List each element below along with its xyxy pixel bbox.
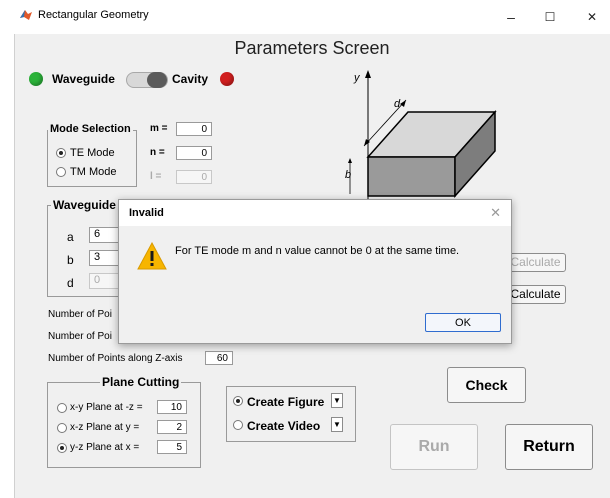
m-input[interactable]: 0: [176, 122, 212, 136]
yz-plane-input[interactable]: 5: [157, 440, 187, 454]
xy-plane-label: x-y Plane at -z =: [70, 402, 143, 413]
n-input[interactable]: 0: [176, 146, 212, 160]
invalid-dialog: Invalid ✕ For TE mode m and n value cann…: [118, 199, 512, 344]
points-z-label: Number of Points along Z-axis: [48, 353, 183, 364]
waveguide-lamp: [29, 72, 43, 86]
page-title: Parameters Screen: [234, 38, 390, 58]
te-mode-radio[interactable]: [56, 148, 66, 158]
d-dimension-label: d: [394, 98, 401, 110]
create-figure-radio[interactable]: [233, 396, 243, 406]
n-label: n =: [150, 147, 165, 158]
cavity-label: Cavity: [172, 72, 209, 86]
xz-plane-label: x-z Plane at y =: [70, 422, 140, 433]
te-mode-label: TE Mode: [70, 147, 115, 159]
plane-cutting-title: Plane Cutting: [100, 375, 182, 389]
points-y-label: Number of Poi: [48, 331, 112, 342]
xy-plane-radio[interactable]: [57, 403, 67, 413]
chevron-down-icon: ▼: [333, 420, 341, 429]
mode-selection-title: Mode Selection: [48, 123, 133, 135]
b-input[interactable]: 3: [89, 250, 119, 266]
minimize-button[interactable]: –: [497, 4, 525, 30]
yz-plane-label: y-z Plane at x =: [70, 442, 140, 453]
dialog-title: Invalid: [129, 207, 164, 219]
dialog-message: For TE mode m and n value cannot be 0 at…: [175, 245, 460, 257]
run-button[interactable]: Run: [390, 424, 478, 470]
d-input[interactable]: 0: [89, 273, 119, 289]
m-label: m =: [150, 123, 168, 134]
d-label: d: [67, 276, 74, 290]
create-video-radio[interactable]: [233, 420, 243, 430]
dialog-close-button[interactable]: ✕: [490, 205, 501, 221]
b-label: b: [67, 253, 74, 267]
l-input[interactable]: 0: [176, 170, 212, 184]
return-button[interactable]: Return: [505, 424, 593, 470]
create-figure-dropdown[interactable]: ▼: [331, 393, 343, 408]
points-x-label: Number of Poi: [48, 309, 112, 320]
l-label: l =: [150, 171, 162, 182]
maximize-button[interactable]: ☐: [536, 4, 564, 30]
ok-button[interactable]: OK: [425, 313, 501, 332]
toggle-knob: [147, 72, 167, 88]
dialog-header: Invalid ✕: [119, 200, 511, 226]
calculate-button-disabled[interactable]: Calculate: [505, 253, 566, 272]
xy-plane-input[interactable]: 10: [157, 400, 187, 414]
chevron-down-icon: ▼: [333, 396, 341, 405]
a-input[interactable]: 6: [89, 227, 119, 243]
create-video-dropdown[interactable]: ▼: [331, 417, 343, 432]
create-figure-label: Create Figure: [247, 395, 325, 409]
window-title: Rectangular Geometry: [38, 9, 149, 21]
a-label: a: [67, 230, 74, 244]
xz-plane-input[interactable]: 2: [157, 420, 187, 434]
matlab-icon: [20, 10, 32, 20]
waveguide-panel-title: Waveguide d: [51, 198, 129, 212]
calculate-button[interactable]: Calculate: [505, 285, 566, 304]
check-button[interactable]: Check: [447, 367, 526, 403]
yz-plane-radio[interactable]: [57, 443, 67, 453]
b-dimension-label: b: [345, 169, 352, 181]
title-bar: Rectangular Geometry – ☐ ✕: [0, 0, 610, 34]
points-z-input[interactable]: 60: [205, 351, 233, 365]
cavity-lamp: [220, 72, 234, 86]
tm-mode-radio[interactable]: [56, 167, 66, 177]
tm-mode-label: TM Mode: [70, 166, 117, 178]
waveguide-label: Waveguide: [52, 72, 115, 86]
waveguide-diagram: [348, 70, 497, 200]
y-axis-label: y: [354, 72, 360, 84]
warning-icon: [137, 242, 167, 270]
box-front-face: [367, 156, 456, 197]
create-video-label: Create Video: [247, 419, 321, 433]
mode-toggle-switch[interactable]: [126, 72, 168, 88]
close-window-button[interactable]: ✕: [578, 4, 606, 30]
xz-plane-radio[interactable]: [57, 423, 67, 433]
